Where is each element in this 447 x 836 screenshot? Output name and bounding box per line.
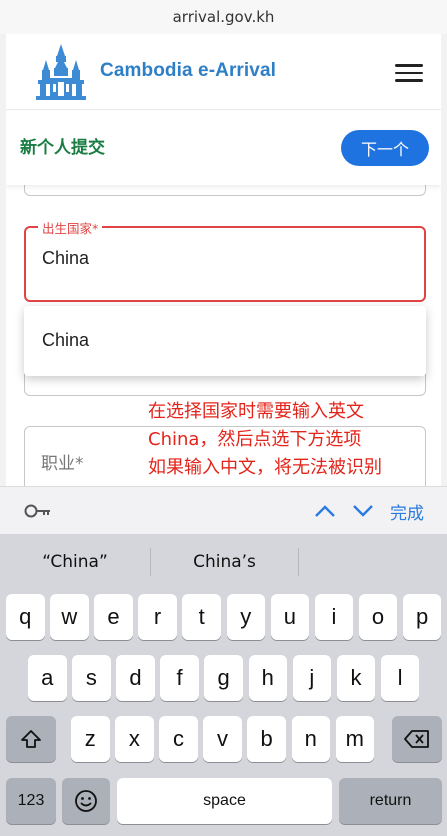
key-r[interactable]: r [138,594,177,640]
dropdown-option-china[interactable]: China [42,330,89,351]
key-k[interactable]: k [336,655,376,701]
numbers-key[interactable]: 123 [6,778,56,824]
birth-country-label: 出生国家* [38,218,103,237]
key-h[interactable]: h [248,655,287,701]
ios-keyboard: “China” China’s qwertyuiop asdfghjkl zxc… [0,534,447,836]
key-v[interactable]: v [203,716,242,762]
key-icon[interactable] [24,501,52,521]
annotation-line: China，然后点选下方选项 [148,429,362,450]
next-button[interactable]: 下一个 [341,130,429,166]
birth-country-value[interactable]: China [42,248,89,269]
key-c[interactable]: c [159,716,198,762]
key-z[interactable]: z [71,716,110,762]
annotation-line: 在选择国家时需要输入英文 [148,401,364,422]
key-x[interactable]: x [115,716,154,762]
suggestion-possessive[interactable]: China’s [151,546,298,578]
return-key[interactable]: return [339,778,442,824]
space-key[interactable]: space [117,778,332,824]
key-j[interactable]: j [292,655,332,701]
instruction-annotation: 在选择国家时需要输入英文 China，然后点选下方选项 如果输入中文，将无法被识… [148,398,382,482]
key-t[interactable]: t [182,594,221,640]
page-title: 新个人提交 [20,138,105,158]
key-l[interactable]: l [380,655,420,701]
backspace-icon [404,730,429,748]
key-q[interactable]: q [6,594,45,640]
key-u[interactable]: u [270,594,310,640]
key-b[interactable]: b [247,716,286,762]
annotation-line: 如果输入中文，将无法被识别 [148,457,382,478]
country-suggestion-dropdown[interactable]: China [24,306,426,376]
key-o[interactable]: o [358,594,398,640]
key-i[interactable]: i [314,594,354,640]
hamburger-menu-icon[interactable] [395,64,423,82]
key-s[interactable]: s [72,655,111,701]
shift-arrow-icon [21,730,41,748]
brand-title: Cambodia e-Arrival [100,60,277,81]
key-f[interactable]: f [160,655,199,701]
backspace-key[interactable] [392,716,442,762]
key-g[interactable]: g [204,655,243,701]
key-p[interactable]: p [402,594,442,640]
key-a[interactable]: a [28,655,67,701]
done-button[interactable]: 完成 [390,499,424,524]
keyboard-toolbar: 完成 [0,486,447,534]
chevron-up-icon[interactable] [314,501,336,521]
url-text: arrival.gov.kh [172,8,275,26]
browser-address-bar[interactable]: arrival.gov.kh [0,0,447,34]
key-n[interactable]: n [291,716,330,762]
key-d[interactable]: d [116,655,155,701]
shift-key[interactable] [6,716,56,762]
emoji-key[interactable] [62,778,110,824]
key-e[interactable]: e [94,594,133,640]
suggestion-quoted[interactable]: “China” [0,546,150,578]
site-header: Cambodia e-Arrival [6,34,441,110]
occupation-placeholder: 职业* [41,454,84,474]
angkor-temple-logo [36,44,86,100]
chevron-down-icon[interactable] [352,501,374,521]
suggestion-divider [298,548,299,576]
key-y[interactable]: y [226,594,265,640]
emoji-icon [75,790,97,812]
key-m[interactable]: m [335,716,375,762]
birth-country-field[interactable]: 出生国家* China [24,218,426,302]
form-toolbar: 新个人提交 下一个 [6,111,441,185]
key-w[interactable]: w [50,594,89,640]
